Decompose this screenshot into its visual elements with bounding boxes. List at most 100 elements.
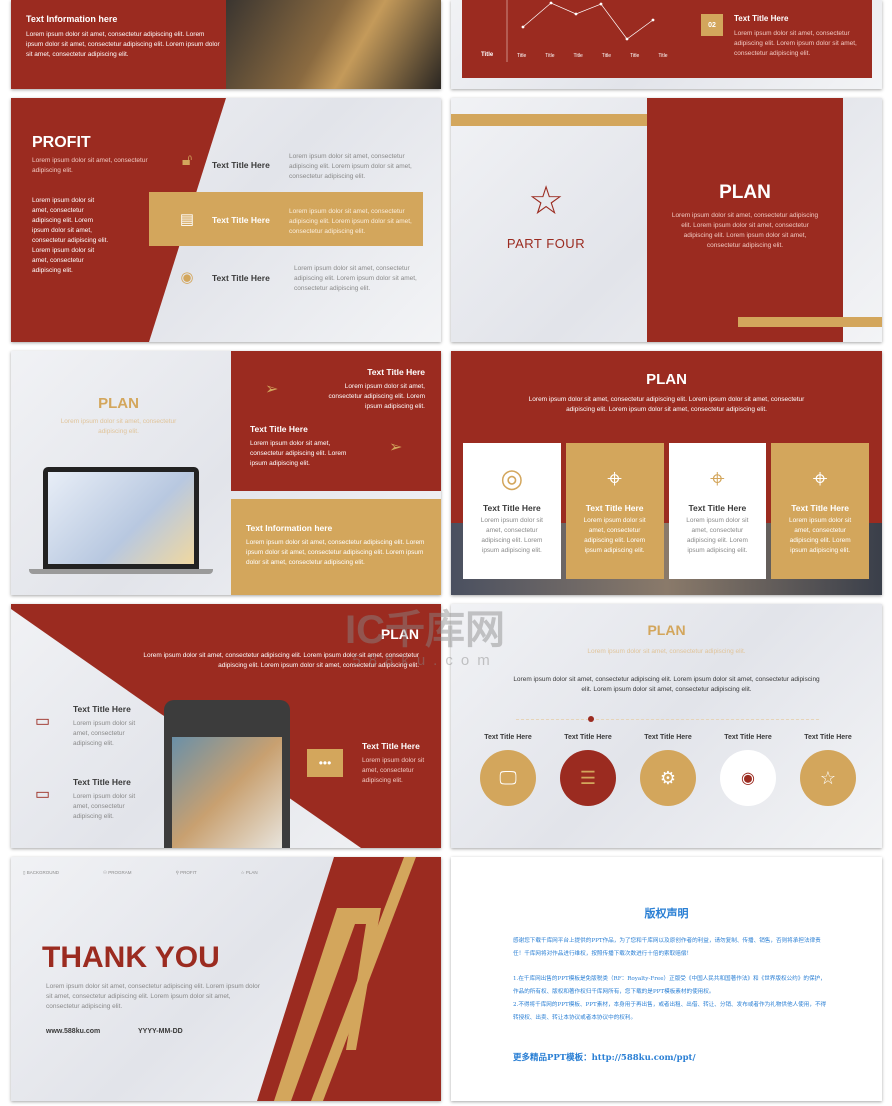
slide-title: PLAN xyxy=(719,182,771,203)
item-title: Text Title Here xyxy=(212,215,270,225)
slide-subtitle: Lorem ipsum dolor sit amet, consectetur … xyxy=(587,648,746,655)
slide-title: 版权声明 xyxy=(644,907,689,920)
slide-title: Text Title Here xyxy=(734,14,789,23)
chart-point xyxy=(549,1,553,5)
more-templates-link[interactable]: 更多精品PPT模板：http://588ku.com/ppt/ xyxy=(513,1051,696,1063)
step[interactable]: Text Title Here ☰ xyxy=(558,734,618,806)
step[interactable]: Text Title Here 🖵︎ xyxy=(478,734,538,806)
paragraph: 2.不得将千库网的PPT模板、PPT素材，本身用于再出售，或者出租、出借、转让、… xyxy=(513,1002,827,1021)
card-body: Lorem ipsum dolor sit amet, consectetur … xyxy=(583,517,646,554)
nav-item-profit[interactable]: ⚲ PROFIT xyxy=(176,870,197,876)
slide-copyright[interactable]: 版权声明 感谢您下载千库网平台上提供的PPT作品，为了您和千库网以及原创作者的利… xyxy=(451,857,882,1101)
phone-image xyxy=(164,700,290,848)
item-title: Text Title Here xyxy=(73,704,131,714)
item-body: Lorem ipsum dolor sit amet, consectetur … xyxy=(73,720,136,747)
tick-label: Title xyxy=(573,53,583,59)
copyright-text: 感谢您下载千库网平台上提供的PPT作品，为了您和千库网以及原创作者的利益，请勿复… xyxy=(513,935,827,1025)
card-title: Text Title Here xyxy=(482,503,541,513)
item-title: Text Title Here xyxy=(73,777,131,787)
axis-ticks: Title Title Title Title Title Title xyxy=(517,53,668,59)
paper-plane-icon: ➢ xyxy=(389,439,403,456)
item-title: Text Title Here xyxy=(212,273,270,283)
speech-bubble-icon: ••• xyxy=(307,749,343,777)
card-body: Lorem ipsum dolor sit amet, consectetur … xyxy=(686,517,749,554)
date: YYYY-MM-DD xyxy=(138,1028,183,1035)
slide-title: PLAN xyxy=(646,371,687,388)
item-title: Text Title Here xyxy=(362,741,420,751)
slide-body: Lorem ipsum dolor sit amet, consectetur … xyxy=(528,396,805,413)
chat-icon: ▭ xyxy=(35,713,51,730)
nav-bar: ▯ BACKGROUND ⚇ PROGRAM ⚲ PROFIT ☆ PLAN xyxy=(23,870,258,876)
location-pin-icon: ◉ xyxy=(180,269,194,286)
part-label: PART FOUR xyxy=(506,236,586,251)
slide-subtitle: Lorem ipsum dolor sit amet, consectetur … xyxy=(32,157,148,174)
document-icon: ▤ xyxy=(179,211,195,228)
chart-point xyxy=(521,25,525,29)
timeline xyxy=(516,719,819,720)
item-title: Text Title Here xyxy=(250,424,308,434)
step-title: Text Title Here xyxy=(644,734,692,741)
gear-icon: ⚙︎ xyxy=(640,750,696,806)
timeline-marker xyxy=(588,716,594,722)
step-title: Text Title Here xyxy=(484,734,532,741)
slide-body: Lorem ipsum dolor sit amet, consectetur … xyxy=(32,197,109,274)
slide-body: Lorem ipsum dolor sit amet, consectetur … xyxy=(513,676,820,693)
slide-title: THANK YOU xyxy=(42,941,220,974)
slide-plan-phone[interactable]: PLAN Lorem ipsum dolor sit amet, consect… xyxy=(11,604,441,848)
slide-profit[interactable]: PROFIT Lorem ipsum dolor sit amet, conse… xyxy=(11,98,441,342)
slide-part-four[interactable]: ☆ PART FOUR PLAN Lorem ipsum dolor sit a… xyxy=(451,98,882,342)
number-badge: 02 xyxy=(701,14,723,36)
slide-text-information[interactable]: Text Information here Lorem ipsum dolor … xyxy=(11,0,441,89)
slide-title: Text Information here xyxy=(26,14,118,24)
slide-body: Lorem ipsum dolor sit amet, consectetur … xyxy=(46,983,260,1010)
nav-item-plan[interactable]: ☆ PLAN xyxy=(241,870,258,876)
item-body: Lorem ipsum dolor sit amet, consectetur … xyxy=(73,793,136,820)
slide-thank-you[interactable]: ▯ BACKGROUND ⚇ PROGRAM ⚲ PROFIT ☆ PLAN T… xyxy=(11,857,441,1101)
slide-body: Lorem ipsum dolor sit amet, consectetur … xyxy=(143,652,419,669)
chart-point xyxy=(651,18,655,22)
item-title: Text Title Here xyxy=(367,367,425,377)
card-row: ◎ Text Title Here Lorem ipsum dolor sit am… xyxy=(463,443,869,579)
item-body: Lorem ipsum dolor sit amet, consectetur … xyxy=(289,153,412,180)
slide-body: Lorem ipsum dolor sit amet, consectetur … xyxy=(734,30,857,57)
crosshair-icon: ⌖ xyxy=(607,463,622,493)
slide-line-chart[interactable]: Title Title Title Title Title Title Title 02 … xyxy=(451,0,882,89)
target-icon: ◎ xyxy=(500,463,524,493)
paper-plane-icon: ➢ xyxy=(265,381,279,398)
step-row: Text Title Here 🖵︎ Text Title Here ☰ Text … xyxy=(478,734,858,806)
item-title: Text Title Here xyxy=(212,160,270,170)
unlock-icon: 🔓︎ xyxy=(181,152,193,169)
slide-title: PLAN xyxy=(647,622,686,638)
card[interactable]: ⌖ Text Title Here Lorem ipsum dolor sit am… xyxy=(565,443,664,579)
item-body: Lorem ipsum dolor sit amet, consectetur … xyxy=(294,265,417,292)
step-title: Text Title Here xyxy=(724,734,772,741)
nav-item-background[interactable]: ▯ BACKGROUND xyxy=(23,870,59,876)
slide-plan-cards[interactable]: PLAN Lorem ipsum dolor sit amet, consect… xyxy=(451,351,882,595)
nav-item-program[interactable]: ⚇ PROGRAM xyxy=(103,870,132,876)
item-body: Lorem ipsum dolor sit amet, consectetur … xyxy=(289,208,412,235)
slide-title: PROFIT xyxy=(32,134,91,151)
card-title: Text Title Here xyxy=(585,503,644,513)
slide-subtitle: Lorem ipsum dolor sit amet, consectetur … xyxy=(60,418,177,435)
tick-label: Title xyxy=(517,53,527,59)
card[interactable]: ⌖ Text Title Here Lorem ipsum dolor sit am… xyxy=(771,443,869,579)
crosshair-icon: ⌖ xyxy=(710,463,725,493)
slide-plan-laptop[interactable]: PLAN Lorem ipsum dolor sit amet, consect… xyxy=(11,351,441,595)
chart-point xyxy=(574,12,578,16)
monitor-icon: 🖵︎ xyxy=(480,750,536,806)
step[interactable]: Text Title Here ⚙︎ xyxy=(638,734,698,806)
item-body: Lorem ipsum dolor sit amet, consectetur … xyxy=(362,757,425,784)
slide-title: PLAN xyxy=(380,626,419,642)
tick-label: Title xyxy=(545,53,555,59)
card[interactable]: ◎ Text Title Here Lorem ipsum dolor sit am… xyxy=(463,443,561,579)
chat-icon: ▭ xyxy=(35,786,51,803)
tick-label: Title xyxy=(658,53,668,59)
step[interactable]: Text Title Here ☆ xyxy=(798,734,858,806)
slide-title: PLAN xyxy=(98,395,139,412)
item-body: Lorem ipsum dolor sit amet, consectetur … xyxy=(246,539,425,566)
slide-plan-steps[interactable]: PLAN Lorem ipsum dolor sit amet, consect… xyxy=(451,604,882,848)
card[interactable]: ⌖ Text Title Here Lorem ipsum dolor sit am… xyxy=(668,443,767,579)
step[interactable]: Text Title Here ◉ xyxy=(718,734,778,806)
step-title: Text Title Here xyxy=(804,734,852,741)
chart-point xyxy=(599,2,603,6)
